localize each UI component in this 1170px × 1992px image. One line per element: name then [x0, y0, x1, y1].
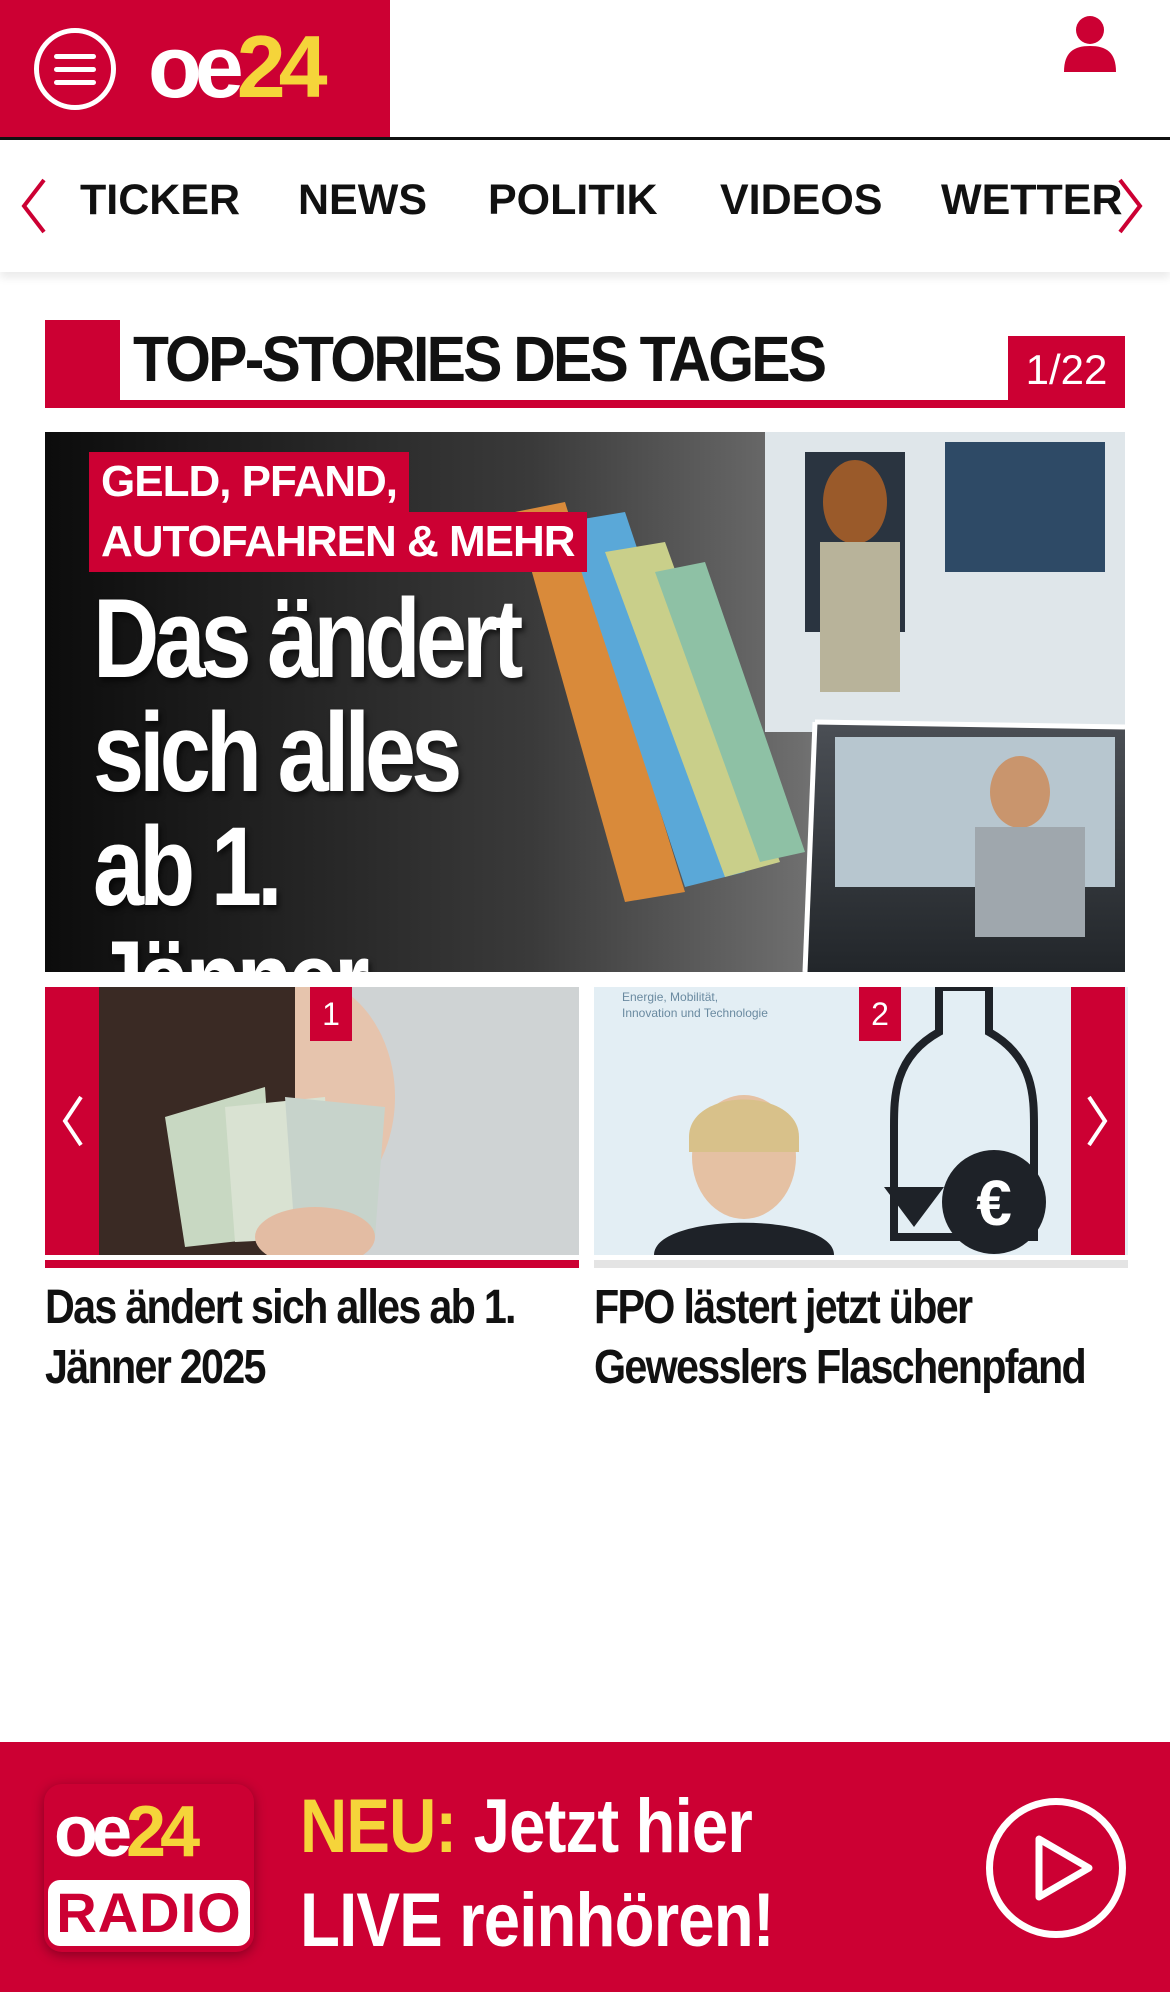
- chevron-right-icon[interactable]: [1110, 174, 1150, 238]
- radio-logo-label: RADIO: [48, 1880, 250, 1946]
- radio-promo-text: NEU: Jetzt hier LIVE reinhören!: [300, 1780, 775, 1968]
- menu-bar: [54, 66, 96, 72]
- story-card-image: € Energie, Mobilität, Innovation und Tec…: [594, 987, 1128, 1255]
- section-title: TOP-STORIES DES TAGES: [133, 323, 827, 395]
- hero-headline-line-1: Das ändert: [93, 576, 523, 701]
- hero-kicker-line-1: GELD, PFAND,: [89, 452, 410, 512]
- nav-item-ticker[interactable]: TICKER: [80, 176, 240, 225]
- play-button[interactable]: [986, 1798, 1126, 1938]
- user-icon[interactable]: [1058, 12, 1122, 76]
- hero-headline: Das ändert sich alles ab 1. Jänner: [93, 576, 552, 973]
- story-card-1[interactable]: 1: [45, 987, 579, 1268]
- image-caption: Energie, Mobilität, Innovation und Techn…: [622, 989, 768, 1021]
- chevron-left-icon: [62, 1095, 83, 1147]
- logo-24-text: 24: [236, 17, 328, 116]
- nav-item-videos[interactable]: VIDEOS: [720, 176, 883, 225]
- app-root: oe24 TICKER NEWS POLITIK VIDEOS WETTER T…: [0, 0, 1170, 1992]
- card-indicator-inactive: [594, 1260, 1128, 1268]
- oe24-logo[interactable]: oe24: [148, 22, 328, 112]
- section-header: TOP-STORIES DES TAGES 1/22: [45, 320, 1125, 408]
- carousel-next-button[interactable]: [1071, 987, 1125, 1255]
- brand-block: oe24: [0, 0, 390, 137]
- chevron-right-icon: [1087, 1095, 1108, 1147]
- chevron-left-icon[interactable]: [14, 174, 54, 238]
- nav-item-wetter[interactable]: WETTER: [941, 176, 1123, 225]
- story-carousel: 1 € Energie, Mobilität, Innovation und T…: [45, 987, 1128, 1268]
- nav-item-politik[interactable]: POLITIK: [488, 176, 658, 225]
- radio-promo-line-2: LIVE reinhören!: [300, 1878, 775, 1963]
- story-card-2-title[interactable]: FPO lästert jetzt über Gewesslers Flasch…: [594, 1278, 1087, 1398]
- radio-logo-text: oe24: [54, 1792, 200, 1872]
- rank-badge: 2: [859, 987, 901, 1041]
- hero-headline-line-2: sich alles: [93, 690, 462, 815]
- play-icon: [1035, 1835, 1093, 1901]
- carousel-prev-button[interactable]: [45, 987, 99, 1255]
- story-card-1-title[interactable]: Das ändert sich alles ab 1. Jänner 2025: [45, 1278, 517, 1398]
- story-card-1-title-line-2: Jänner 2025: [45, 1341, 266, 1394]
- image-caption-line-2: Innovation und Technologie: [622, 1006, 768, 1020]
- menu-bar: [54, 53, 96, 59]
- site-header: oe24: [0, 0, 1170, 140]
- hero-headline-line-3: ab 1. Jänner: [93, 804, 370, 973]
- category-nav: TICKER NEWS POLITIK VIDEOS WETTER: [0, 140, 1170, 272]
- radio-promo-neu: NEU:: [300, 1784, 457, 1869]
- menu-bar: [54, 79, 96, 85]
- hero-story[interactable]: GELD, PFAND, AUTOFAHREN & MEHR Das änder…: [45, 432, 1125, 972]
- radio-promo-line-1: NEU: Jetzt hier: [300, 1780, 774, 1874]
- image-caption-line-1: Energie, Mobilität,: [622, 990, 719, 1004]
- card-indicator-active: [45, 1260, 579, 1268]
- oe24-radio-logo: oe24 RADIO: [44, 1784, 254, 1952]
- story-card-1-title-line-1: Das ändert sich alles ab 1.: [45, 1281, 517, 1334]
- hamburger-icon[interactable]: [34, 28, 116, 110]
- story-card-2-title-line-2: Gewesslers Flaschenpfand: [594, 1341, 1087, 1394]
- svg-text:€: €: [976, 1167, 1012, 1239]
- story-card-image: 1: [45, 987, 579, 1255]
- hero-kicker-line-2: AUTOFAHREN & MEHR: [89, 512, 587, 572]
- radio-logo-oe: oe: [54, 1792, 132, 1872]
- story-card-2-title-line-1: FPO lästert jetzt über: [594, 1281, 973, 1334]
- radio-banner[interactable]: oe24 RADIO NEU: Jetzt hier LIVE reinhöre…: [0, 1742, 1170, 1992]
- section-underline: [45, 400, 1125, 408]
- story-counter: 1/22: [1008, 336, 1125, 400]
- radio-logo-24: 24: [126, 1792, 200, 1872]
- rank-badge: 1: [310, 987, 352, 1041]
- hero-kicker: GELD, PFAND, AUTOFAHREN & MEHR: [89, 452, 587, 572]
- section-accent: [45, 320, 120, 408]
- radio-promo-line-1-rest: Jetzt hier: [456, 1784, 753, 1869]
- logo-oe-text: oe: [148, 17, 244, 116]
- story-card-2[interactable]: € Energie, Mobilität, Innovation und Tec…: [594, 987, 1128, 1268]
- nav-item-news[interactable]: NEWS: [298, 176, 427, 225]
